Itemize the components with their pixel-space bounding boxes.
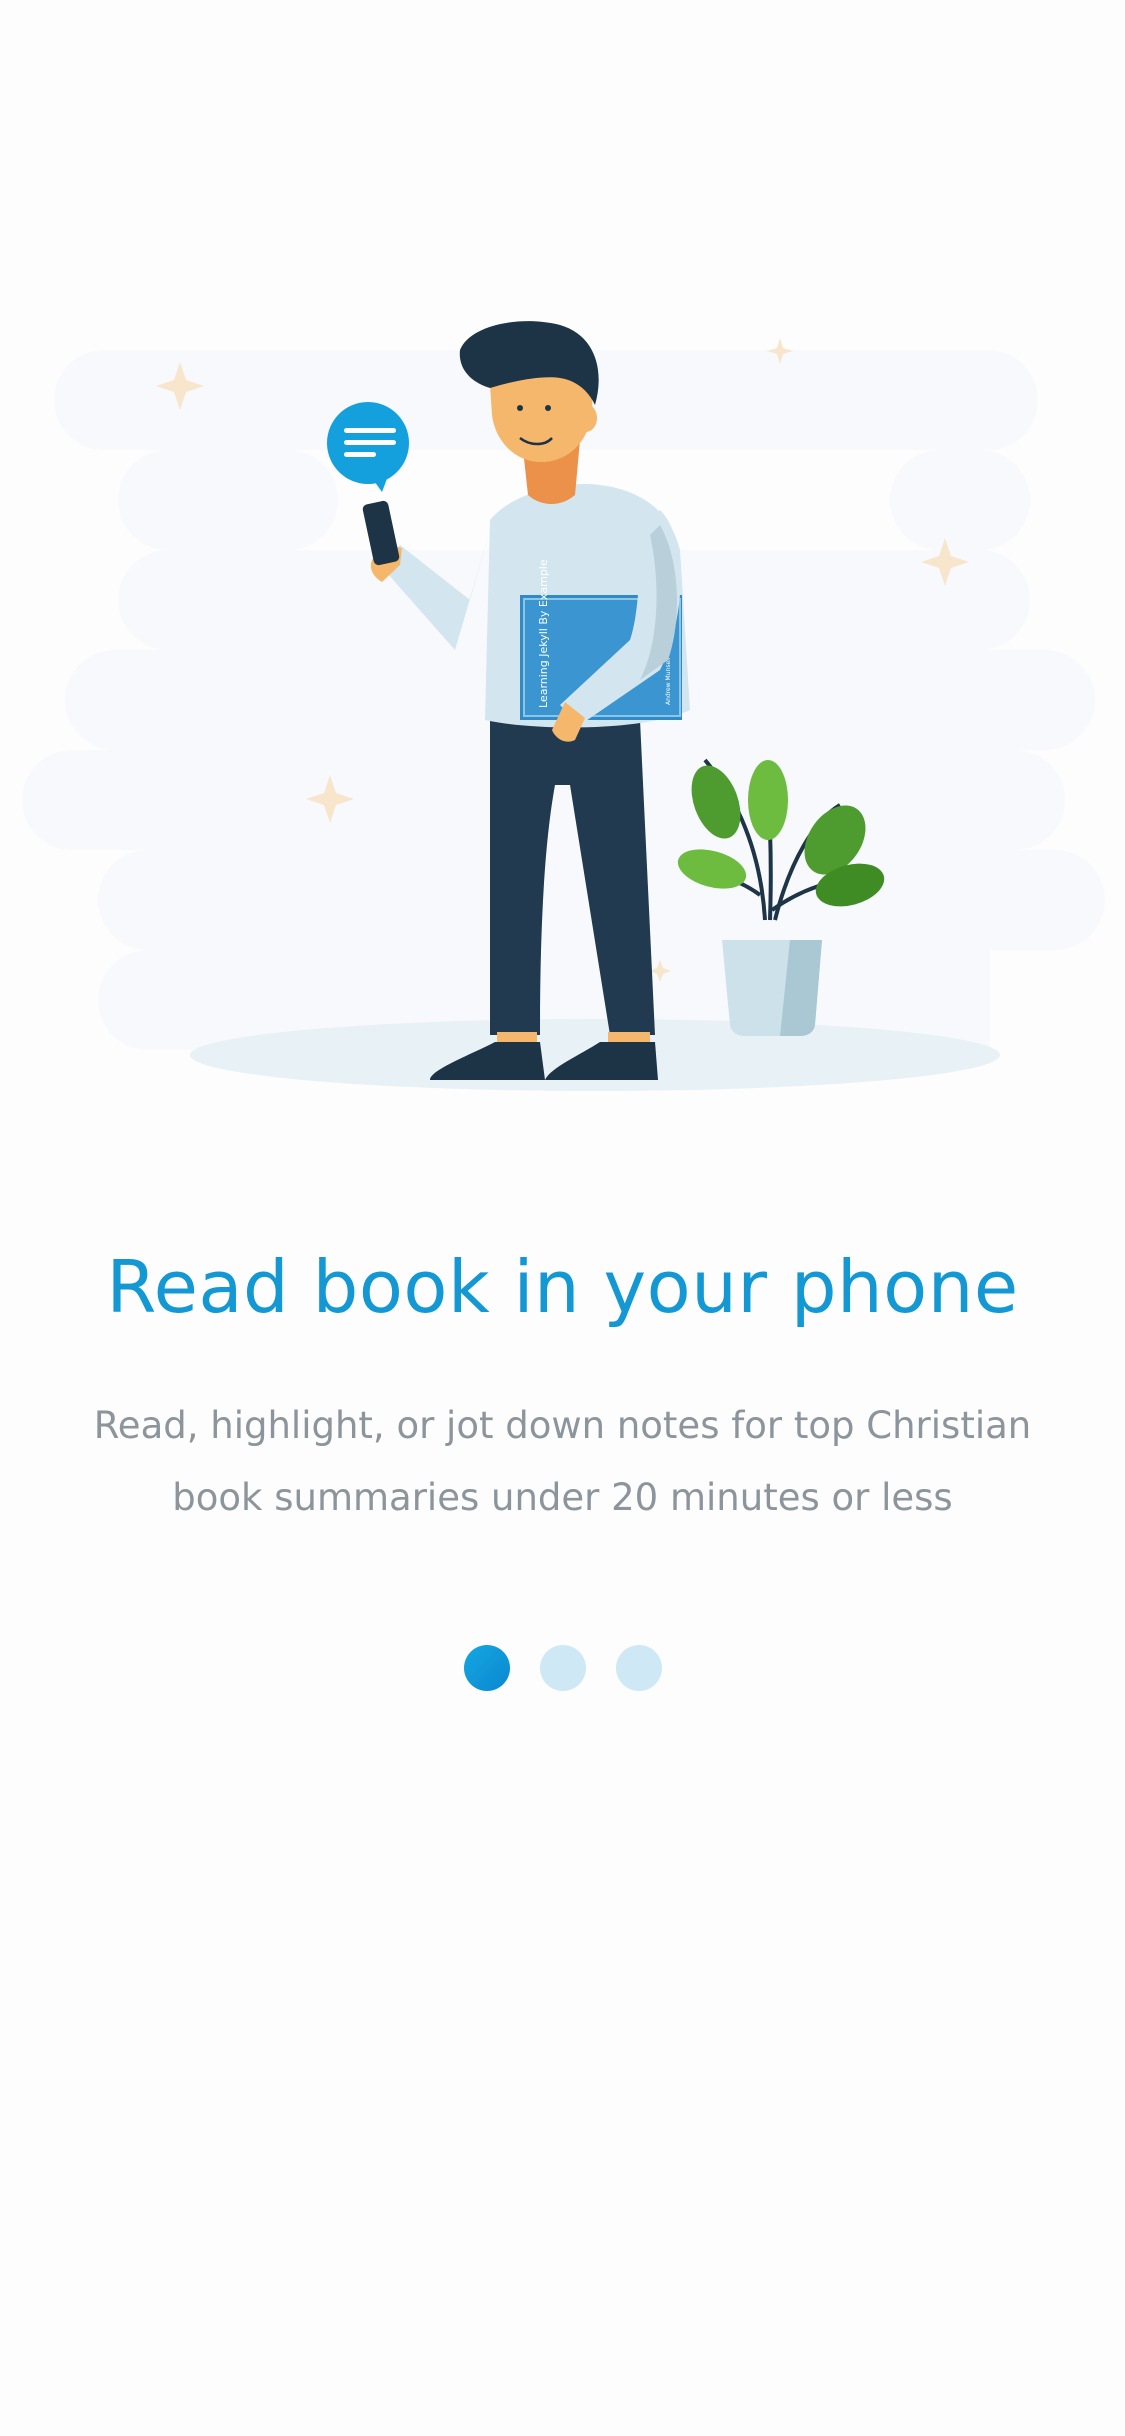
- book-cover-author: Andrew Munsell: [665, 657, 672, 705]
- chat-bubble-icon: [327, 402, 409, 492]
- hero-illustration: Learning Jekyll By Example Andrew Munsel…: [0, 320, 1125, 1120]
- subtitle-line: book summaries under 20 minutes or less: [172, 1476, 953, 1519]
- reading-person-illustration: Learning Jekyll By Example Andrew Munsel…: [22, 321, 1105, 1091]
- page-indicator: [0, 1645, 1125, 1691]
- onboarding-screen: Learning Jekyll By Example Andrew Munsel…: [0, 0, 1125, 2436]
- page-indicator-dot-2[interactable]: [539, 1645, 586, 1691]
- subtitle-line: Read, highlight, or jot down notes for t…: [93, 1404, 1032, 1447]
- onboarding-title: Read book in your phone: [106, 1245, 1019, 1329]
- book-cover-title: Learning Jekyll By Example: [537, 559, 550, 708]
- page-indicator-dot-3[interactable]: [615, 1645, 662, 1691]
- page-indicator-dot-1[interactable]: [463, 1645, 510, 1691]
- onboarding-subtitle: Read, highlight, or jot down notes for t…: [60, 1390, 1065, 1534]
